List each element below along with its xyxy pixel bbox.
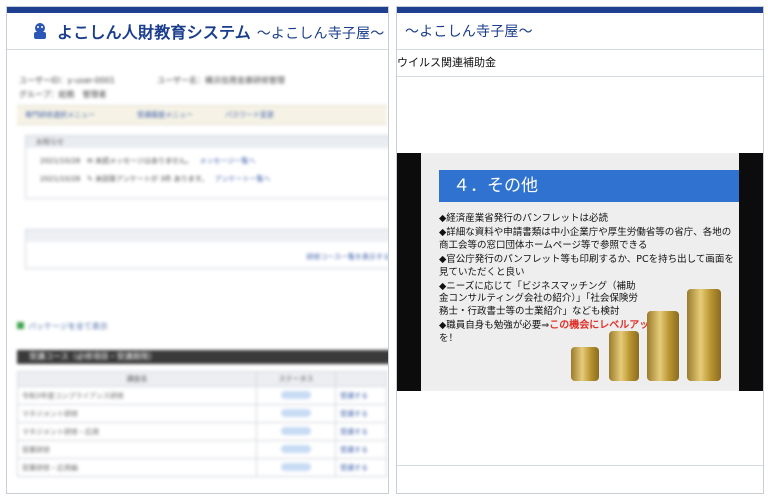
table-row: マネジメント研修 受講する [17,404,387,423]
slide-bullet: ◆詳細な資料や申請書類は中小企業庁や厚生労働省等の省庁、各地の商工会等の窓口団体… [439,227,732,251]
course-list-box: 研修コース一覧を表示する [25,229,388,269]
status-badge [256,440,336,459]
app-subtitle: 〜よこしん寺子屋〜 [405,24,533,40]
breadcrumb: ウイルス関連補助金 [397,50,763,77]
app-title: よこしん人財教育システム 〜よこしん寺子屋〜 [57,19,385,43]
slide-bullet: ◆経済産業省発行のパンフレットは必読 [439,213,608,224]
course-action-link[interactable]: 受講する [335,422,387,441]
slide-title: ４．その他 [439,170,739,202]
course-action-link[interactable]: 受講する [335,440,387,459]
course-name: 令和3年度コンプライアンス研修 [17,386,257,405]
slide-bullet: ◆官公庁発行のパンフレット等も印刷するか、PCを持ち出して画面を見ていただくと良… [439,254,734,278]
slide-highlight: この機会にレベルアップ [549,320,660,332]
status-badge [256,422,336,441]
status-badge [256,458,336,477]
app-title-text: よこしん人財教育システム [57,23,251,42]
notice-link[interactable]: アンケート一覧へ [215,175,271,183]
course-list-header [26,230,388,242]
show-all-packages-link[interactable]: パッケージを全て表示 [17,321,108,332]
user-name-line: ユーザー名：横浜信用金庫研修管理 [157,76,285,85]
course-section-title: 受講コース（必修項目・受講期限） [17,350,388,364]
nav-item-special-training[interactable]: 専門研修選択メニュー [25,110,95,120]
notice-row: 2021/10/28 ✎ 未回答アンケートが 3件 あります。 アンケート一覧へ [40,175,271,183]
mail-icon: ✉ [87,157,93,165]
app-header: 〜よこしん寺子屋〜 [397,13,763,50]
course-action-link[interactable]: 受講する [335,458,387,477]
table-row: 営業研修 受講する [17,440,387,459]
survey-icon: ✎ [87,175,93,183]
table-header-action [335,371,387,387]
course-action-link[interactable]: 受講する [335,386,387,405]
notice-row: 2021/10/28 ✉ 未読メッセージはありません。 メッセージ一覧へ [40,157,256,165]
slide-bullet: ◆ニーズに応じて「ビジネスマッチング（補助金コンサルティング会社の紹介）」「社会… [439,281,638,317]
yokoshin-logo-icon [29,20,51,42]
nav-item-password[interactable]: パスワード変更 [225,110,274,120]
course-name: マネジメント研修 [17,404,257,423]
left-screenshot-panel: よこしん人財教育システム 〜よこしん寺子屋〜 ユーザーID：y-user-000… [6,6,389,494]
status-badge [256,404,336,423]
table-row: マネジメント研修・応用 受講する [17,422,387,441]
video-player[interactable]: ４．その他 ◆経済産業省発行のパンフレットは必読 ◆詳細な資料や申請書類は中小企… [397,153,763,391]
user-id-line: ユーザーID：y-user-0001 [19,76,116,85]
table-header-name: 講座名 [17,371,257,387]
table-header-status: ステータス [256,371,336,387]
lecture-slide: ４．その他 ◆経済産業省発行のパンフレットは必読 ◆詳細な資料や申請書類は中小企… [421,153,739,391]
notices-box: お知らせ 2021/10/28 ✉ 未読メッセージはありません。 メッセージ一覧… [25,135,388,199]
app-header: よこしん人財教育システム 〜よこしん寺子屋〜 [7,13,388,50]
course-action-link[interactable]: 受講する [335,404,387,423]
bottom-divider [397,465,763,466]
table-row: 営業研修・応用編 受講する [17,458,387,477]
table-row: 令和3年度コンプライアンス研修 受講する [17,386,387,405]
app-subtitle: 〜よこしん寺子屋〜 [256,26,385,42]
group-line: グループ：総務 管理者 [19,90,107,99]
status-badge [256,386,336,405]
course-name: マネジメント研修・応用 [17,422,257,441]
green-square-icon [17,322,24,329]
notice-link[interactable]: メッセージ一覧へ [200,157,256,165]
right-screenshot-panel: 〜よこしん寺子屋〜 ウイルス関連補助金 ４．その他 ◆経済産業省発行のパンフレッ… [396,6,764,494]
table-header-row: 講座名 ステータス [17,371,387,387]
course-name: 営業研修 [17,440,257,459]
notices-header: お知らせ [26,136,388,148]
course-name: 営業研修・応用編 [17,458,257,477]
main-nav-bar: 専門研修選択メニュー 受講履歴メニュー パスワード変更 [17,105,387,125]
course-list-link[interactable]: 研修コース一覧を表示する [306,252,388,262]
nav-item-history[interactable]: 受講履歴メニュー [137,110,193,120]
course-table: 講座名 ステータス 令和3年度コンプライアンス研修 受講する マネジメント研修 … [17,371,387,477]
blurred-dashboard: ユーザーID：y-user-0001 ユーザー名：横浜信用金庫研修管理 グループ… [7,53,388,493]
